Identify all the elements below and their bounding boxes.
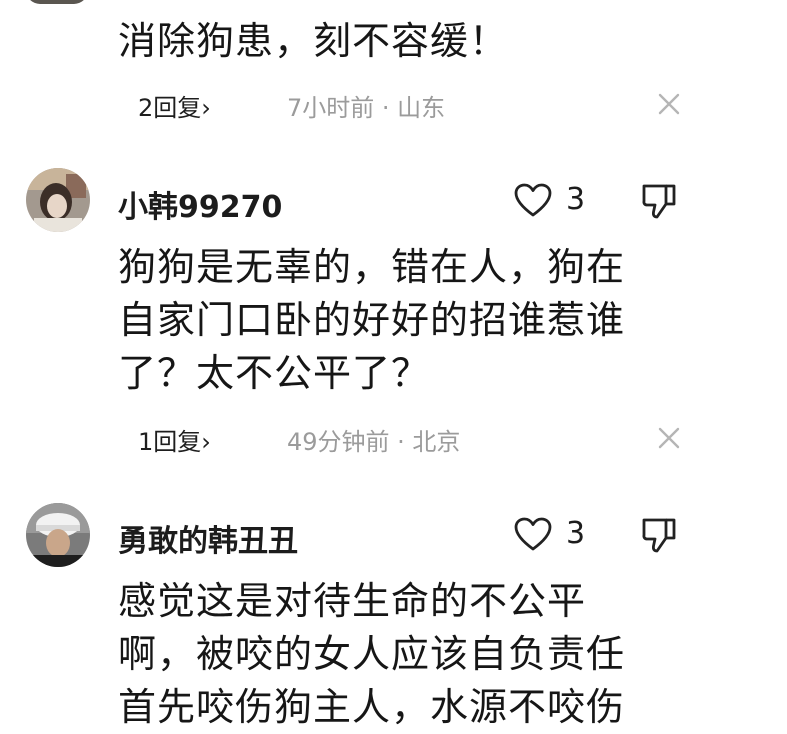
username[interactable]: 小韩99270 [118, 182, 282, 226]
heart-icon[interactable] [513, 516, 553, 552]
heart-icon[interactable] [513, 182, 553, 218]
replies-count: 2回复 [138, 94, 202, 122]
close-icon[interactable] [658, 93, 680, 115]
comment-text: 感觉这是对待生命的不公平 [118, 579, 587, 623]
replies-count: 1回复 [138, 428, 202, 456]
close-icon[interactable] [658, 427, 680, 449]
like-count: 3 [566, 182, 586, 217]
comment-text: 狗狗是无辜的，错在人，狗在 [118, 245, 626, 289]
dislike-icon[interactable] [640, 514, 678, 554]
avatar[interactable] [26, 0, 88, 4]
avatar[interactable] [26, 168, 90, 232]
chevron-right-icon: › [201, 94, 211, 122]
comment-text: 了？太不公平了？ [118, 351, 431, 395]
comment-text: 消除狗患，刻不容缓！ [118, 19, 509, 63]
replies-link[interactable]: 1回复› [138, 422, 211, 457]
chevron-right-icon: › [201, 428, 211, 456]
comment-meta: 49分钟前 · 北京 [287, 428, 461, 456]
comment-meta: 7小时前 · 山东 [287, 94, 446, 122]
dislike-icon[interactable] [640, 180, 678, 220]
comment-text: 自家门口卧的好好的招谁惹谁 [118, 298, 626, 342]
username[interactable]: 勇敢的韩丑丑 [118, 516, 298, 560]
comment-text: 啊，被咬的女人应该自负责任 [118, 632, 626, 676]
like-count: 3 [566, 516, 586, 551]
replies-link[interactable]: 2回复› [138, 88, 211, 123]
avatar[interactable] [26, 503, 90, 567]
